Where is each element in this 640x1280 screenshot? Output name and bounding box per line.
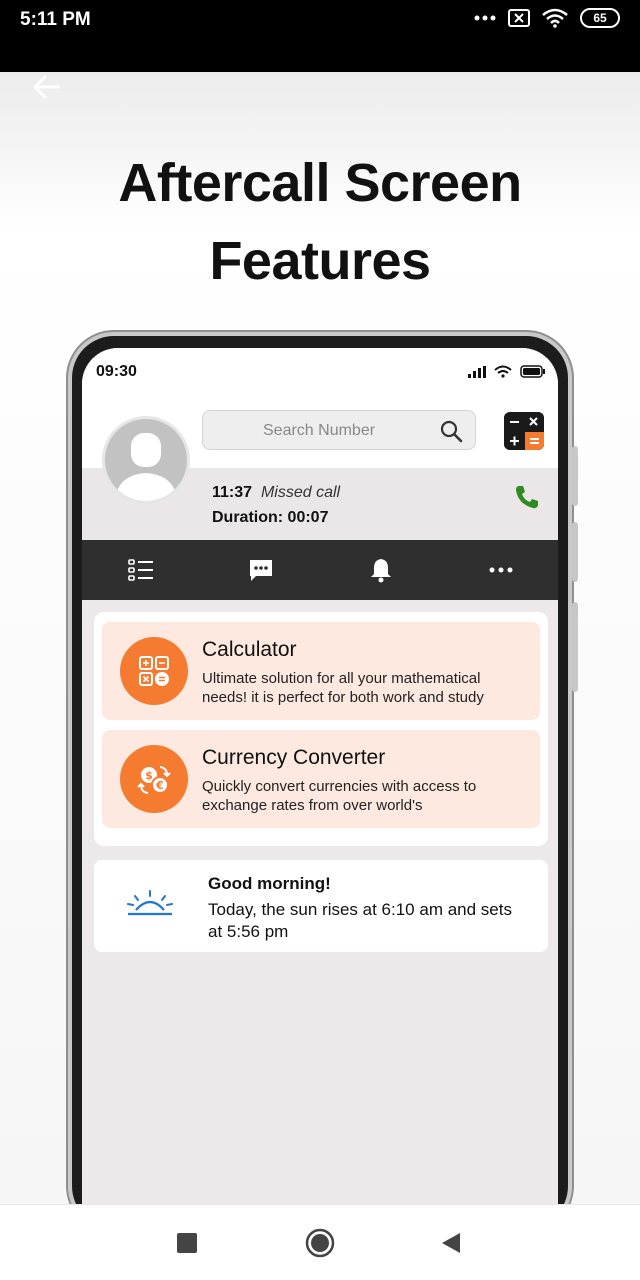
greeting-card: Good morning! Today, the sun rises at 6:…	[94, 860, 548, 952]
aftercall-header: Search Number 11:37 Missed call Duration…	[82, 396, 558, 540]
feature-icon-circle: $ €	[120, 745, 188, 813]
home-circle-icon[interactable]	[304, 1227, 336, 1259]
status-time: 5:11 PM	[20, 9, 91, 30]
sim-x-icon	[508, 9, 530, 27]
phone-status-icons	[468, 365, 546, 378]
svg-text:$: $	[145, 769, 153, 782]
feature-title: Calculator	[202, 638, 297, 661]
recents-square-icon[interactable]	[177, 1233, 197, 1253]
feature-calculator[interactable]: Calculator Ultimate solution for all you…	[102, 622, 540, 720]
battery-icon	[520, 365, 545, 378]
feature-description: Ultimate solution for all your mathemati…	[202, 670, 484, 706]
call-info: 11:37 Missed call Duration: 00:07	[212, 480, 340, 530]
phone-status-time: 09:30	[96, 363, 137, 380]
tab-reminders[interactable]	[366, 556, 396, 584]
headline-line-2: Features	[209, 231, 431, 291]
calculator-app-icon[interactable]	[504, 412, 544, 450]
feature-icon-circle	[120, 637, 188, 705]
phone-side-button	[572, 446, 578, 506]
more-icon	[489, 567, 513, 573]
battery-level: 65	[593, 11, 607, 25]
list-icon	[128, 559, 153, 581]
bell-icon	[371, 559, 391, 583]
user-silhouette-icon	[115, 433, 177, 501]
call-time: 11:37	[212, 484, 253, 501]
call-type: Missed call	[260, 484, 341, 501]
features-card: Calculator Ultimate solution for all you…	[94, 612, 548, 846]
navigation-bar	[0, 1204, 640, 1280]
calculator-icon	[504, 412, 544, 450]
call-duration: Duration: 00:07	[212, 509, 329, 526]
call-time-row: 11:37 Missed call	[212, 480, 340, 505]
call-back-icon[interactable]	[514, 484, 540, 510]
sunrise-icon	[127, 890, 173, 916]
message-icon	[250, 560, 272, 581]
search-placeholder: Search Number	[263, 422, 376, 439]
signal-icon	[468, 365, 486, 378]
aftercall-tab-bar	[82, 540, 558, 600]
tab-more[interactable]	[486, 556, 516, 584]
more-dots-icon	[474, 15, 496, 21]
headline-line-1: Aftercall Screen	[118, 153, 522, 213]
feature-title: Currency Converter	[202, 746, 386, 769]
feature-description: Quickly convert currencies with access t…	[202, 778, 477, 814]
calculator-icon	[139, 656, 169, 686]
phone-status-bar: 09:30	[82, 348, 558, 396]
promo-banner: Aftercall Screen Features 09:30 Search N…	[0, 72, 640, 1204]
search-input[interactable]: Search Number	[202, 410, 476, 450]
avatar	[102, 416, 190, 504]
phone-side-button	[572, 522, 578, 582]
feature-currency-converter[interactable]: $ € Currency Converter Quickly convert c…	[102, 730, 540, 828]
wifi-icon	[494, 365, 512, 378]
tab-call-log[interactable]	[126, 556, 156, 584]
wifi-icon	[542, 8, 568, 28]
svg-text:€: €	[155, 779, 164, 792]
phone-mockup: 09:30 Search Number 11:37 Missed call Du…	[68, 332, 578, 1204]
greeting-text: Today, the sun rises at 6:10 am and sets…	[208, 900, 512, 941]
back-triangle-icon[interactable]	[441, 1232, 461, 1254]
status-icons: 65	[474, 8, 620, 28]
battery-icon: 65	[580, 8, 620, 28]
greeting-title: Good morning!	[208, 874, 331, 893]
status-bar: 5:11 PM 65	[0, 0, 640, 72]
search-icon[interactable]	[439, 419, 463, 443]
tab-messages[interactable]	[246, 556, 276, 584]
page-title: Aftercall Screen Features	[0, 144, 640, 300]
phone-side-button	[572, 602, 578, 692]
phone-screen: 09:30 Search Number 11:37 Missed call Du…	[82, 348, 558, 1204]
currency-exchange-icon: $ €	[137, 766, 171, 794]
back-arrow-icon[interactable]	[30, 72, 64, 102]
